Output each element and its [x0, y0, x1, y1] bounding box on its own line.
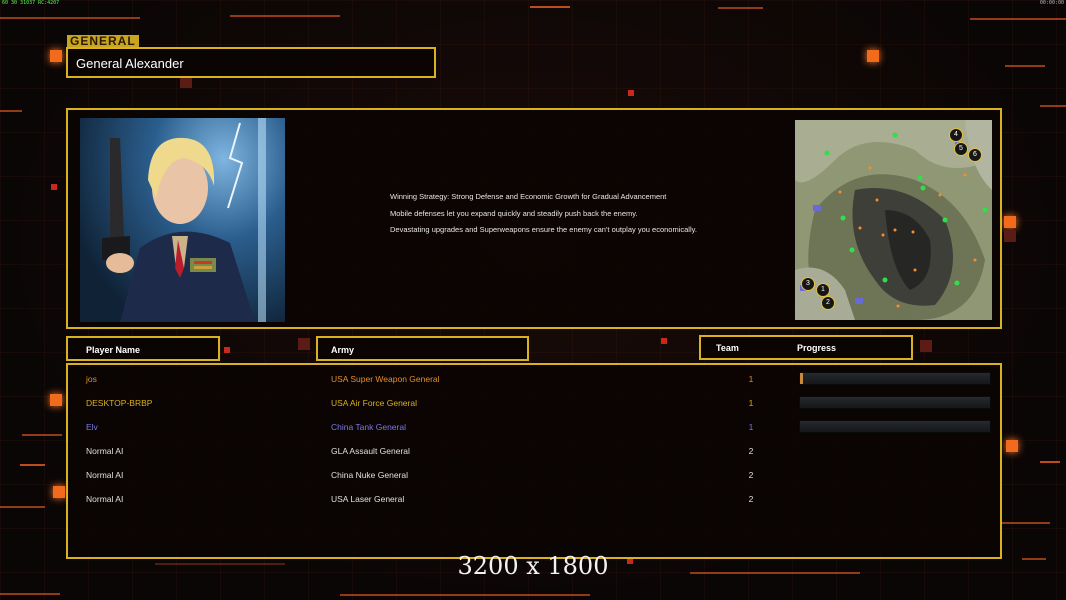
- table-row: Elv China Tank General 1: [68, 417, 1000, 441]
- game-clock: 00:00:00: [1039, 0, 1064, 6]
- army-name: China Tank General: [331, 422, 406, 432]
- table-row: jos USA Super Weapon General 1: [68, 369, 1000, 393]
- army-name: China Nuke General: [331, 470, 409, 480]
- general-name: General Alexander: [76, 56, 184, 71]
- progress-bar: [799, 420, 991, 433]
- strategy-line: Mobile defenses let you expand quickly a…: [390, 208, 638, 218]
- start-position-marker[interactable]: 2: [821, 296, 835, 310]
- army-name: USA Laser General: [331, 494, 405, 504]
- general-name-frame: General Alexander: [66, 47, 436, 78]
- resolution-label: 3200 x 1800: [457, 552, 609, 580]
- player-list-panel: jos USA Super Weapon General 1 DESKTOP-BRBP…: [66, 363, 1002, 559]
- table-row: Normal AI China Nuke General 2: [68, 465, 1000, 489]
- header-player-frame: Player Name: [66, 336, 220, 361]
- start-position-marker[interactable]: 6: [968, 148, 982, 162]
- debug-stats: 60 30 31037 RC:4207: [2, 0, 60, 6]
- winning-strategy-text: Winning Strategy: Strong Defense and Eco…: [390, 192, 700, 242]
- start-position-marker[interactable]: 1: [816, 283, 830, 297]
- army-name: USA Air Force General: [331, 398, 417, 408]
- start-position-marker[interactable]: 3: [801, 277, 815, 291]
- team-number: 1: [748, 398, 754, 408]
- table-row: DESKTOP-BRBP USA Air Force General 1: [68, 393, 1000, 417]
- map-preview[interactable]: 456 312: [795, 120, 992, 320]
- table-row: Normal AI GLA Assault General 2: [68, 441, 1000, 465]
- player-name: Normal AI: [86, 470, 124, 480]
- team-number: 2: [748, 470, 754, 480]
- team-number: 2: [748, 446, 754, 456]
- player-name: DESKTOP-BRBP: [86, 398, 153, 408]
- progress-fill: [800, 373, 803, 384]
- header-army: Army: [331, 345, 355, 355]
- header-team-progress-frame: Team Progress: [699, 335, 913, 360]
- header-player-name: Player Name: [86, 345, 141, 355]
- general-portrait: [80, 118, 285, 322]
- player-name: Normal AI: [86, 494, 124, 504]
- army-name: USA Super Weapon General: [331, 374, 440, 384]
- table-row: Normal AI USA Laser General 2: [68, 489, 1000, 513]
- start-position-marker[interactable]: 4: [949, 128, 963, 142]
- strategy-line: Devastating upgrades and Superweapons en…: [390, 225, 697, 234]
- army-name: GLA Assault General: [331, 446, 410, 456]
- progress-bar: [799, 372, 991, 385]
- team-number: 1: [748, 374, 754, 384]
- team-number: 1: [748, 422, 754, 432]
- player-name: jos: [86, 374, 97, 384]
- strategy-line: Winning Strategy: Strong Defense and Eco…: [390, 192, 667, 201]
- header-progress: Progress: [797, 343, 837, 353]
- player-name: Normal AI: [86, 446, 124, 456]
- progress-bar: [799, 396, 991, 409]
- header-team: Team: [716, 343, 739, 353]
- start-position-marker[interactable]: 5: [954, 142, 968, 156]
- header-army-frame: Army: [316, 336, 529, 361]
- team-number: 2: [748, 494, 754, 504]
- player-name: Elv: [86, 422, 98, 432]
- general-info-panel: Winning Strategy: Strong Defense and Eco…: [66, 108, 1002, 329]
- portrait-illustration: [102, 118, 266, 322]
